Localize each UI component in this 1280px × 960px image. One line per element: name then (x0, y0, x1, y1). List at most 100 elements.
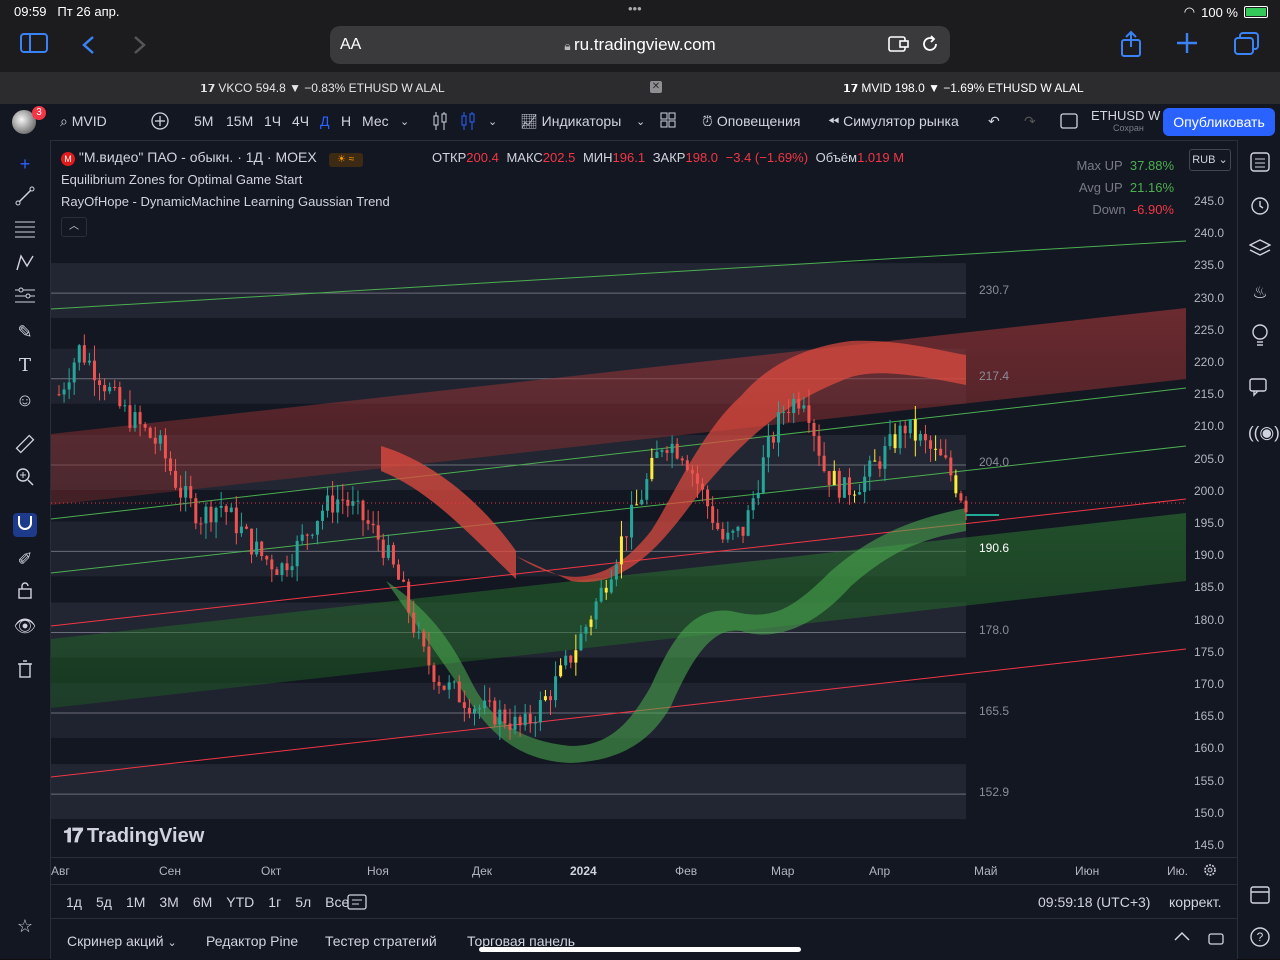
drawing-toolbar: + ✎ T ☺ ✐ 👁︎ ☆ (0, 140, 51, 959)
range-button[interactable]: 5д (96, 894, 112, 910)
address-bar[interactable]: AA 🔒︎ ru.tradingview.com (330, 26, 950, 64)
indicator-legend-1[interactable]: Equilibrium Zones for Optimal Game Start (61, 172, 302, 187)
object-tree-icon[interactable] (1248, 238, 1272, 262)
candle-body (721, 528, 725, 540)
compare-symbol-button[interactable] (150, 111, 170, 134)
calendar-icon[interactable] (1248, 884, 1272, 908)
price-chart[interactable] (51, 141, 1186, 857)
notification-badge: 3 (32, 106, 46, 120)
interval-1m[interactable]: Мес (362, 113, 389, 129)
zone-level-label: 165.5 (979, 704, 1010, 718)
share-icon[interactable] (1120, 30, 1142, 65)
scale-settings-gear-icon[interactable] (1202, 862, 1218, 881)
clock-display[interactable]: 09:59:18 (UTC+3) (1038, 894, 1150, 910)
safari-tab-mvid[interactable]: 𝟭𝟳 MVID 198.0 ▼ −1.69% ETHUSD W ALAL (843, 81, 1084, 95)
maximize-panel-icon[interactable] (1208, 931, 1224, 950)
eye-icon[interactable]: 👁︎ (13, 614, 37, 638)
tab-screener[interactable]: Скринер акций ⌄ (67, 933, 177, 949)
new-tab-icon[interactable] (1176, 32, 1198, 61)
symbol-legend[interactable]: M "М.видео" ПАО - обыкн. · 1Д · MOEX ☀ ≈ (61, 149, 363, 167)
alerts-button[interactable]: ⏰︎ Оповещения (702, 113, 800, 130)
tab-pine-editor[interactable]: Редактор Pine (206, 933, 298, 949)
zone-level-label: 230.7 (979, 283, 1010, 297)
undo-icon[interactable]: ↶ (988, 113, 1000, 130)
publish-button[interactable]: Опубликовать (1163, 108, 1275, 136)
tab-strategy-tester[interactable]: Тестер стратегий (325, 933, 437, 949)
trash-icon[interactable] (13, 660, 37, 684)
collapse-legend-button[interactable]: ︿ (61, 217, 87, 237)
help-icon[interactable]: ? (1248, 926, 1272, 950)
go-to-date-icon[interactable] (347, 893, 367, 914)
interval-5m[interactable]: 5М (194, 113, 213, 129)
symbol-search[interactable]: ⌕ MVID (60, 113, 107, 130)
lock-drawings-icon[interactable] (13, 581, 37, 605)
tab-overview-icon[interactable] (1234, 32, 1260, 63)
forecast-icon[interactable] (13, 287, 37, 311)
tradingview-watermark[interactable]: 𝟏𝟕 TradingView (63, 825, 204, 848)
alerts-clock-icon[interactable] (1248, 195, 1272, 219)
chevron-down-icon[interactable]: ⌄ (400, 115, 409, 128)
interval-1h[interactable]: 1Ч (264, 113, 281, 129)
close-tab-icon[interactable]: ✕ (650, 81, 662, 93)
url-text[interactable]: ru.tradingview.com (574, 35, 716, 54)
zoom-in-icon[interactable] (13, 467, 37, 491)
ideas-lightbulb-icon[interactable] (1248, 324, 1272, 348)
crosshair-icon[interactable]: + (13, 152, 37, 176)
interval-1w[interactable]: Н (341, 113, 351, 129)
redo-icon[interactable]: ↷ (1024, 113, 1036, 130)
watchlist-icon[interactable] (1248, 152, 1272, 176)
text-tool-icon[interactable]: T (13, 354, 37, 378)
forward-icon[interactable] (132, 34, 148, 62)
range-button[interactable]: 5л (295, 894, 311, 910)
pattern-icon[interactable] (13, 253, 37, 277)
sidebar-toggle-icon[interactable] (20, 32, 48, 61)
range-button[interactable]: 1М (126, 894, 145, 910)
safari-tab-vkco[interactable]: 𝟭𝟳 VKCO 594.8 ▼ −0.83% ETHUSD W ALAL (200, 81, 445, 95)
range-button[interactable]: YTD (226, 894, 254, 910)
favorites-star-icon[interactable]: ☆ (13, 914, 37, 938)
candle-body (82, 345, 86, 363)
brush-icon[interactable]: ✎ (13, 320, 37, 344)
streams-broadcast-icon[interactable]: ((◉)) (1248, 421, 1280, 445)
range-button[interactable]: 3М (159, 894, 178, 910)
range-button[interactable]: Все (325, 894, 349, 910)
interval-1d[interactable]: Д (320, 113, 329, 129)
time-scale[interactable]: Авг Сен Окт Ноя Дек 2024 Фев Мар Апр Май… (51, 857, 1237, 884)
multitask-dots[interactable]: ••• (628, 1, 642, 16)
adjust-toggle[interactable]: коррект. (1169, 894, 1221, 910)
magnet-icon[interactable] (13, 513, 37, 537)
extension-icon[interactable] (888, 34, 910, 59)
replay-button[interactable]: ⏪︎ Симулятор рынка (828, 113, 959, 130)
chevron-down-icon[interactable]: ⌄ (488, 115, 497, 128)
candles-icon[interactable] (432, 111, 448, 134)
reload-icon[interactable] (920, 34, 940, 59)
interval-4h[interactable]: 4Ч (292, 113, 309, 129)
emoji-icon[interactable]: ☺ (13, 388, 37, 412)
candle-body (625, 536, 629, 538)
chart-pane[interactable]: M "М.видео" ПАО - обыкн. · 1Д · MOEX ☀ ≈… (51, 141, 1186, 857)
interval-15m[interactable]: 15М (226, 113, 253, 129)
chats-icon[interactable] (1248, 378, 1272, 402)
range-button[interactable]: 1г (268, 894, 281, 910)
candle-body (518, 716, 522, 726)
candle-body (832, 470, 836, 486)
ruler-icon[interactable] (13, 434, 37, 458)
trend-line-icon[interactable] (13, 186, 37, 210)
back-icon[interactable] (80, 34, 96, 62)
currency-selector[interactable]: RUB ⌄ (1189, 149, 1231, 171)
indicator-legend-2[interactable]: RayOfHope - DynamicMachine Learning Gaus… (61, 194, 390, 209)
fib-retracement-icon[interactable] (13, 220, 37, 244)
candle-body (812, 422, 816, 437)
collapse-panel-icon[interactable] (1173, 929, 1191, 946)
range-button[interactable]: 6М (193, 894, 212, 910)
stay-in-drawing-mode-icon[interactable]: ✐ (13, 547, 37, 571)
indicators-button[interactable]: 📈︎ Индикаторы (520, 113, 621, 130)
layout-icon[interactable] (1060, 112, 1078, 133)
heikin-ashi-icon[interactable] (460, 111, 476, 134)
layout-name[interactable]: ETHUSD W (1091, 108, 1160, 123)
chevron-down-icon[interactable]: ⌄ (636, 115, 645, 128)
range-button[interactable]: 1д (66, 894, 82, 910)
hotlist-flame-icon[interactable]: ♨ (1248, 281, 1272, 305)
templates-icon[interactable] (660, 112, 676, 131)
price-scale[interactable]: RUB ⌄ 245.0 240.0 235.0 230.0 225.0 220.0 215.… (1186, 141, 1237, 857)
